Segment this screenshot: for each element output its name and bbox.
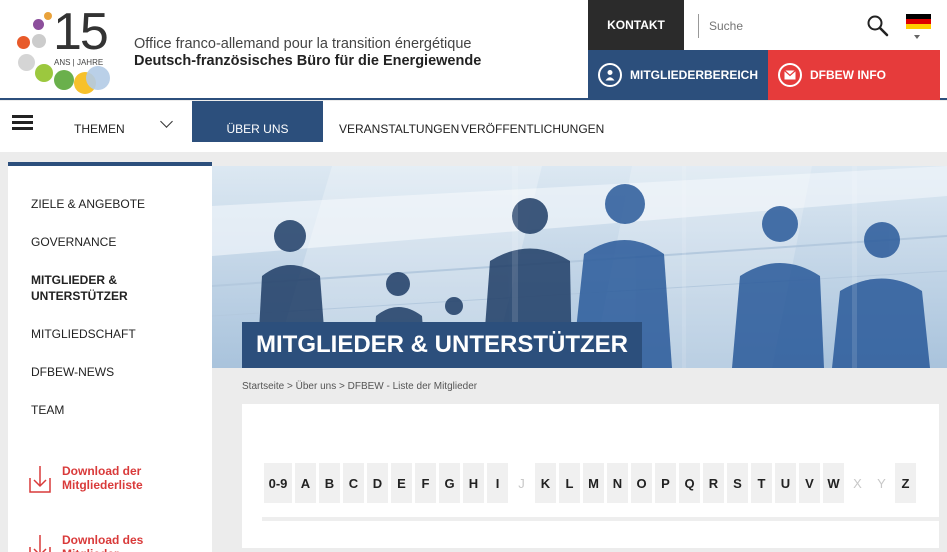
hero-banner: MITGLIEDER & UNTERSTÜTZER [212,166,947,368]
chevron-down-icon[interactable] [160,115,173,128]
logo-dot [33,19,44,30]
letter-filter-v[interactable]: V [799,463,820,503]
logo-dot [54,70,74,90]
dfbew-info-button[interactable]: DFBEW INFO [768,50,940,100]
sidebar: ZIELE & ANGEBOTE GOVERNANCE MITGLIEDER &… [8,162,212,552]
letter-filter-g[interactable]: G [439,463,460,503]
letter-filter-h[interactable]: H [463,463,484,503]
org-name-fr: Office franco-allemand pour la transitio… [134,36,472,52]
org-name-de: Deutsch-französisches Büro für die Energ… [134,53,482,69]
nav-item-themen[interactable]: THEMEN [74,101,125,142]
search-box [698,14,889,38]
letter-filter-t[interactable]: T [751,463,772,503]
letter-filter-z[interactable]: Z [895,463,916,503]
main-nav: THEMEN ÜBER UNS VERANSTALTUNGEN VERÖFFEN… [0,101,947,152]
letter-filter-e[interactable]: E [391,463,412,503]
logo-dot [86,66,110,90]
letter-filter-d[interactable]: D [367,463,388,503]
letter-filter-0-9[interactable]: 0-9 [264,463,292,503]
page-title: MITGLIEDER & UNTERSTÜTZER [242,322,642,368]
sidebar-item-news[interactable]: DFBEW-NEWS [31,364,114,380]
download-member-guide-link[interactable]: Download des Mitglieder-Guides [28,533,158,552]
download-member-list-label: Download der Mitgliederliste [62,464,143,492]
sidebar-item-ziele[interactable]: ZIELE & ANGEBOTE [31,196,145,212]
alphabet-filter: 0-9 A B C D E F G H I J K L M N O P Q R S T U V W X Y Z [264,463,919,503]
download-icon [29,535,51,552]
letter-filter-o[interactable]: O [631,463,652,503]
letter-filter-s[interactable]: S [727,463,748,503]
download-member-guide-label: Download des Mitglieder-Guides [62,533,144,552]
dfbew-info-label: DFBEW INFO [810,68,886,82]
letter-filter-w[interactable]: W [823,463,844,503]
search-input[interactable] [699,19,849,33]
de-flag-icon[interactable] [906,14,931,29]
sidebar-item-mitglieder[interactable]: MITGLIEDER & UNTERSTÜTZER [31,272,151,304]
letter-filter-b[interactable]: B [319,463,340,503]
download-member-list-link[interactable]: Download der Mitgliederliste [28,464,158,494]
sidebar-item-governance[interactable]: GOVERNANCE [31,234,116,250]
logo[interactable]: 15 ANS | JAHRE [14,3,110,96]
letter-filter-l[interactable]: L [559,463,580,503]
divider [262,517,939,521]
letter-filter-j: J [511,463,532,503]
member-area-label: MITGLIEDERBEREICH [630,68,759,82]
logo-caption: ANS | JAHRE [54,58,104,67]
letter-filter-r[interactable]: R [703,463,724,503]
letter-filter-q[interactable]: Q [679,463,700,503]
mail-icon [778,63,802,87]
logo-dot [44,12,52,20]
nav-item-ueber-uns[interactable]: ÜBER UNS [192,101,323,142]
breadcrumb[interactable]: Startseite > Über uns > DFBEW - Liste de… [242,381,477,392]
letter-filter-c[interactable]: C [343,463,364,503]
letter-filter-x: X [847,463,868,503]
letter-filter-i[interactable]: I [487,463,508,503]
logo-dot [18,54,35,71]
logo-dot [35,64,53,82]
letter-filter-u[interactable]: U [775,463,796,503]
chevron-down-icon[interactable] [914,35,920,39]
download-icon [29,466,51,493]
nav-item-veranstaltungen[interactable]: VERANSTALTUNGEN [339,101,459,142]
logo-dot [17,36,30,49]
menu-icon[interactable] [12,115,33,131]
letter-filter-y: Y [871,463,892,503]
letter-filter-f[interactable]: F [415,463,436,503]
kontakt-button[interactable]: KONTAKT [588,0,684,50]
site-header: 15 ANS | JAHRE Office franco-allemand po… [0,0,947,100]
letter-filter-m[interactable]: M [583,463,604,503]
member-area-button[interactable]: MITGLIEDERBEREICH [588,50,768,100]
logo-number: 15 [53,3,109,61]
logo-dot [32,34,46,48]
search-icon[interactable] [867,15,889,37]
member-list-panel: 0-9 A B C D E F G H I J K L M N O P Q R S T U V W X Y Z [242,404,939,548]
letter-filter-a[interactable]: A [295,463,316,503]
nav-item-veroeffentlichungen[interactable]: VERÖFFENTLICHUNGEN [461,101,604,142]
sidebar-item-mitgliedschaft[interactable]: MITGLIEDSCHAFT [31,326,136,342]
sidebar-item-team[interactable]: TEAM [31,402,64,418]
letter-filter-n[interactable]: N [607,463,628,503]
letter-filter-p[interactable]: P [655,463,676,503]
org-name: Office franco-allemand pour la transitio… [134,36,481,70]
user-icon [598,63,622,87]
letter-filter-k[interactable]: K [535,463,556,503]
